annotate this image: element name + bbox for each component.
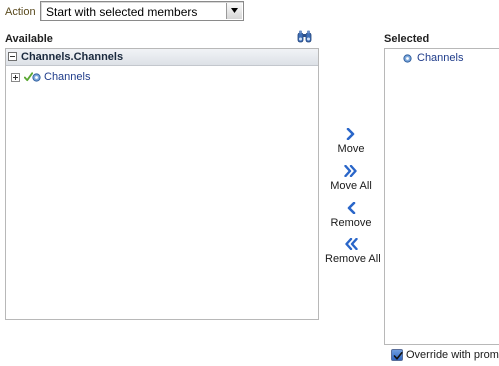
override-with-prompt-checkbox[interactable]: Override with prompt [391, 349, 499, 363]
collapse-icon[interactable] [8, 52, 17, 61]
selected-item-channels[interactable]: Channels [403, 52, 493, 66]
action-label: Action [5, 6, 36, 18]
tree-item-label[interactable]: Channels [44, 71, 90, 84]
remove-all-label: Remove All [325, 253, 381, 265]
override-label: Override with prompt [406, 349, 499, 361]
checkbox-checked-icon[interactable] [391, 349, 403, 361]
available-title: Available [5, 33, 53, 45]
available-header-label: Channels.Channels [21, 51, 124, 63]
expand-icon[interactable] [11, 73, 20, 82]
move-all-button[interactable]: Move All [325, 165, 377, 193]
move-label: Move [337, 143, 365, 155]
action-dropdown-value: Start with selected members [46, 5, 198, 19]
remove-button[interactable]: Remove [325, 202, 377, 230]
selected-title: Selected [384, 33, 430, 45]
action-dropdown[interactable]: Start with selected members [40, 1, 244, 21]
chevron-left-icon [347, 202, 356, 214]
double-chevron-right-icon [344, 165, 357, 177]
selected-item-label[interactable]: Channels [417, 52, 463, 65]
tree-item-channels[interactable]: Channels [6, 71, 126, 85]
available-header: Channels.Channels [6, 49, 318, 66]
member-icon [32, 73, 41, 82]
double-chevron-left-icon [345, 238, 358, 250]
move-all-label: Move All [330, 180, 372, 192]
dropdown-arrow-icon[interactable] [226, 3, 242, 19]
binoculars-search-icon[interactable] [297, 30, 312, 43]
chevron-right-icon [346, 128, 355, 140]
remove-label: Remove [330, 217, 372, 229]
remove-all-button[interactable]: Remove All [325, 238, 381, 266]
move-button[interactable]: Move [325, 128, 377, 156]
selected-list-panel[interactable]: Channels [384, 48, 499, 345]
available-list-panel[interactable]: Channels.Channels Channels [5, 48, 319, 320]
member-icon [403, 54, 412, 63]
